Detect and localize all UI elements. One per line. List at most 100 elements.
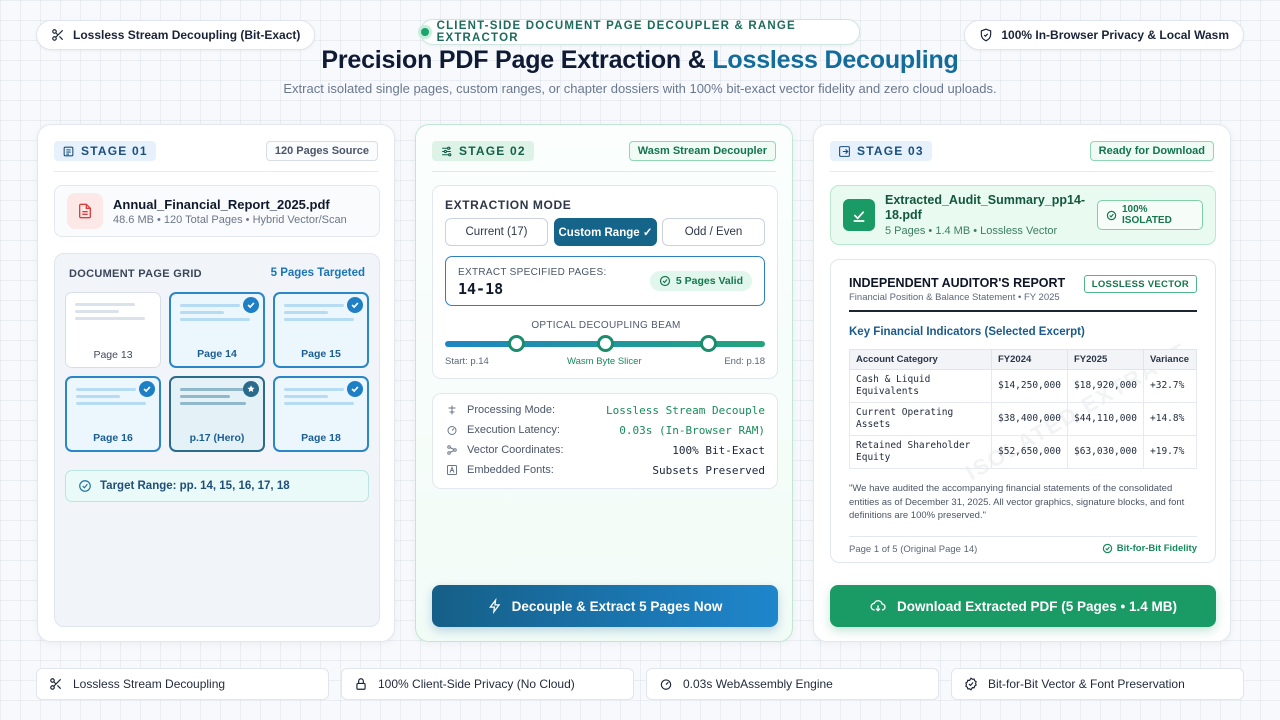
divider: [432, 171, 776, 172]
text-line: [284, 318, 354, 321]
beam-mid-label: Wasm Byte Slicer: [567, 356, 642, 367]
output-file-card[interactable]: Extracted_Audit_Summary_pp14-18.pdf 5 Pa…: [830, 185, 1216, 245]
page-grid-panel: DOCUMENT PAGE GRID 5 Pages Targeted Page…: [54, 253, 380, 627]
page-grid-title: DOCUMENT PAGE GRID: [69, 268, 202, 280]
table-cell: $52,650,000: [991, 435, 1068, 469]
text-line: [76, 402, 146, 405]
text-line: [76, 395, 120, 398]
nodes-icon: [445, 444, 459, 456]
sliders-icon: [445, 404, 459, 416]
mode-custom-range-button[interactable]: Custom Range ✓: [554, 218, 657, 246]
footer-feature-privacy: 100% Client-Side Privacy (No Cloud): [341, 668, 634, 700]
gauge-icon: [445, 424, 459, 436]
stage-02-tag: STAGE 02: [432, 141, 534, 161]
beam-end-handle[interactable]: [700, 335, 717, 352]
page-subtitle: Extract isolated single pages, custom ra…: [283, 81, 997, 96]
lossless-vector-badge: LOSSLESS VECTOR: [1083, 275, 1197, 293]
page-thumb-17-hero[interactable]: p.17 (Hero): [169, 376, 265, 452]
text-line: [180, 304, 240, 307]
page-range-input[interactable]: EXTRACT SPECIFIED PAGES: 14-18 5 Pages V…: [445, 256, 765, 306]
text-line: [180, 311, 224, 314]
table-header: Account Category: [849, 349, 992, 370]
export-icon: [838, 145, 851, 158]
lightning-icon: [488, 598, 502, 614]
text-line: [284, 388, 344, 391]
report-subtitle: Financial Position & Balance Statement •…: [849, 292, 1060, 303]
stage-03-label: STAGE 03: [857, 144, 924, 158]
stat-embedded-fonts: Embedded Fonts: Subsets Preserved: [445, 462, 765, 478]
page-title: Precision PDF Page Extraction & Lossless…: [0, 46, 1280, 75]
table-cell: $14,250,000: [991, 369, 1068, 403]
page-thumb-label: p.17 (Hero): [189, 432, 245, 444]
beam-start-label: Start: p.14: [445, 356, 489, 367]
mode-current-button[interactable]: Current (17): [445, 218, 548, 246]
source-file-meta: 48.6 MB • 120 Total Pages • Hybrid Vecto…: [113, 213, 347, 226]
page-thumb-16[interactable]: Page 16: [65, 376, 161, 452]
table-cell: Current Operating Assets: [849, 402, 992, 436]
pages-targeted-count: 5 Pages Targeted: [270, 267, 365, 279]
decouple-extract-button[interactable]: Decouple & Extract 5 Pages Now: [432, 585, 778, 627]
check-circle-icon: [1102, 543, 1113, 554]
beam-start-handle[interactable]: [508, 335, 525, 352]
fidelity-badge: Bit-for-Bit Fidelity: [1102, 543, 1197, 554]
report-section-title: Key Financial Indicators (Selected Excer…: [849, 326, 1085, 338]
wasm-decoupler-badge: Wasm Stream Decoupler: [628, 141, 776, 161]
table-cell: Cash & Liquid Equivalents: [849, 369, 992, 403]
sliders-icon: [440, 145, 453, 158]
page-thumb-label: Page 13: [93, 349, 133, 361]
divider: [54, 171, 378, 172]
range-valid-badge: 5 Pages Valid: [649, 271, 752, 291]
source-file-name: Annual_Financial_Report_2025.pdf: [113, 196, 330, 212]
text-line: [284, 402, 354, 405]
privacy-pill-label: 100% In-Browser Privacy & Local Wasm: [1001, 28, 1229, 42]
cloud-download-icon: [869, 598, 887, 614]
text-line: [180, 388, 250, 391]
output-file-meta: 5 Pages • 1.4 MB • Lossless Vector: [885, 225, 1058, 237]
report-page-footer: Page 1 of 5 (Original Page 14): [849, 544, 978, 555]
page-thumb-15[interactable]: Page 15: [273, 292, 369, 368]
text-line: [75, 317, 145, 320]
download-button[interactable]: Download Extracted PDF (5 Pages • 1.4 MB…: [830, 585, 1216, 627]
beam-title: OPTICAL DECOUPLING BEAM: [531, 320, 681, 331]
check-circle-icon: [78, 479, 92, 493]
footer-feature-label: Lossless Stream Decoupling: [73, 677, 226, 691]
stat-execution-latency: Execution Latency: 0.03s (In-Browser RAM…: [445, 422, 765, 438]
text-line: [284, 311, 328, 314]
page-thumb-14[interactable]: Page 14: [169, 292, 265, 368]
table-cell: $18,920,000: [1067, 369, 1144, 403]
processing-stats-panel: Processing Mode: Lossless Stream Decoupl…: [432, 393, 778, 489]
page-thumb-label: Page 18: [301, 432, 341, 444]
mode-odd-even-button[interactable]: Odd / Even: [662, 218, 765, 246]
document-stack-icon: [62, 145, 75, 158]
stat-label: Execution Latency:: [467, 424, 560, 436]
target-range-text: Target Range: pp. 14, 15, 16, 17, 18: [100, 480, 290, 492]
check-circle-icon: [1106, 210, 1117, 221]
shield-check-icon: [979, 28, 993, 42]
table-row: Retained Shareholder Equity $52,650,000 …: [849, 435, 1197, 469]
stat-vector-coordinates: Vector Coordinates: 100% Bit-Exact: [445, 442, 765, 458]
stat-value: Lossless Stream Decouple: [606, 403, 765, 417]
footer-feature-wasm: 0.03s WebAssembly Engine: [646, 668, 939, 700]
app-tagline: CLIENT-SIDE DOCUMENT PAGE DECOUPLER & RA…: [436, 20, 796, 44]
check-icon: [139, 381, 155, 397]
table-header-row: Account Category FY2024 FY2025 Variance: [849, 349, 1197, 370]
table-cell: $38,400,000: [991, 402, 1068, 436]
font-icon: [445, 464, 459, 476]
stage-01-label: STAGE 01: [81, 144, 148, 158]
source-file-card[interactable]: Annual_Financial_Report_2025.pdf 48.6 MB…: [54, 185, 380, 237]
table-header: Variance: [1143, 349, 1197, 370]
table-row: Current Operating Assets $38,400,000 $44…: [849, 402, 1197, 436]
page-thumb-13[interactable]: Page 13: [65, 292, 161, 368]
report-footer-rule: [849, 536, 1197, 537]
text-line: [75, 303, 135, 306]
page-range-value[interactable]: 14-18: [458, 280, 503, 298]
footer-feature-label: 0.03s WebAssembly Engine: [683, 677, 833, 691]
isolated-badge: 100% ISOLATED: [1097, 200, 1203, 230]
status-dot-icon: [421, 28, 429, 36]
gauge-icon: [659, 677, 673, 691]
table-cell: +32.7%: [1143, 369, 1197, 403]
table-cell: $44,110,000: [1067, 402, 1144, 436]
text-line: [180, 395, 230, 398]
page-thumb-18[interactable]: Page 18: [273, 376, 369, 452]
beam-mid-handle[interactable]: [597, 335, 614, 352]
